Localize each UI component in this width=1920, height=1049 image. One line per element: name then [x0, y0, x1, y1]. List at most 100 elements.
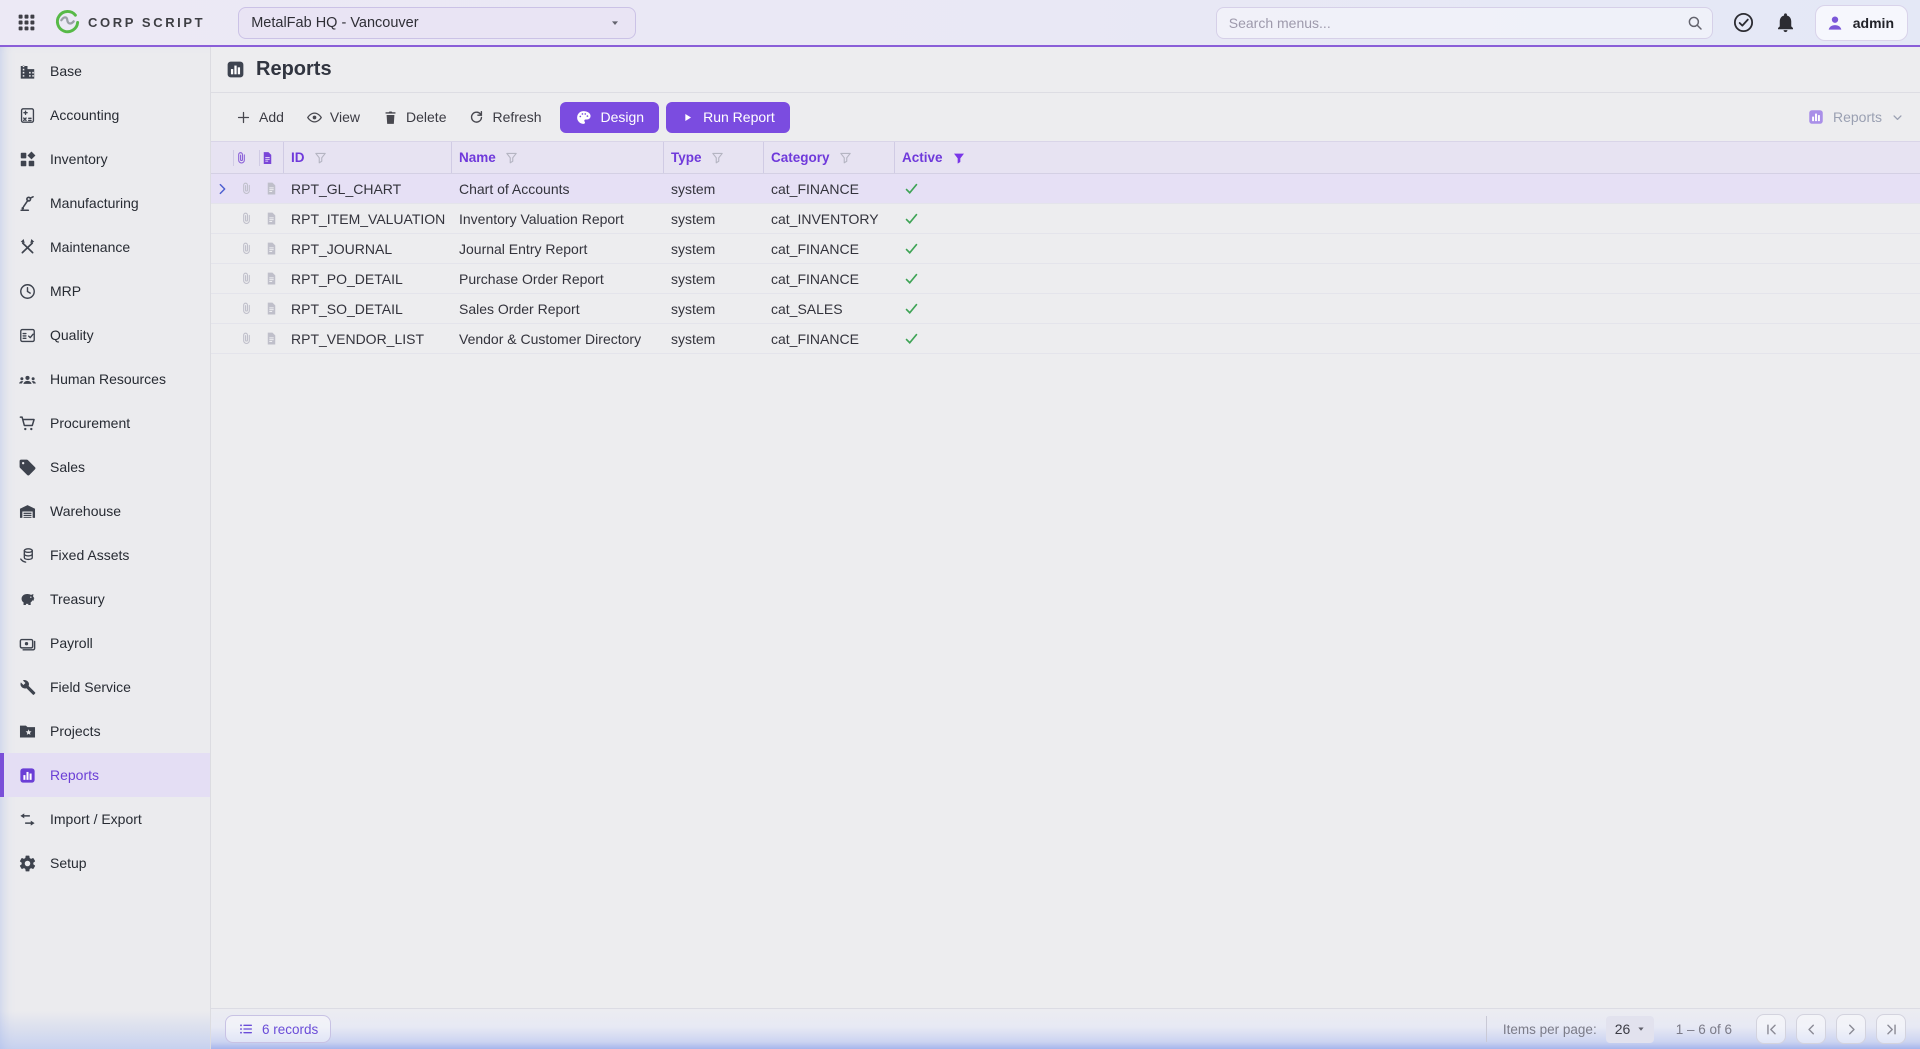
maintenance-icon: [18, 238, 37, 257]
next-page-button[interactable]: [1836, 1014, 1866, 1044]
sidebar-item-label: Quality: [50, 327, 94, 343]
sidebar-item-field-service[interactable]: Field Service: [0, 665, 210, 709]
filter-icon[interactable]: [838, 150, 853, 165]
list-icon: [238, 1021, 254, 1037]
sidebar-item-quality[interactable]: Quality: [0, 313, 210, 357]
sidebar-item-human-resources[interactable]: Human Resources: [0, 357, 210, 401]
sidebar-item-projects[interactable]: Projects: [0, 709, 210, 753]
sidebar-item-label: Fixed Assets: [50, 547, 129, 563]
document-column-icon[interactable]: [259, 150, 275, 166]
cell-category: cat_FINANCE: [763, 241, 894, 257]
footer-divider: [1486, 1016, 1487, 1042]
footer-bar: 6 records Items per page: 26 1 – 6 of 6: [211, 1008, 1920, 1049]
column-header-category[interactable]: Category: [763, 142, 894, 173]
payroll-icon: [18, 634, 37, 653]
sidebar-nav: BaseAccountingInventory Manufacturing Main…: [0, 47, 211, 1049]
sidebar-item-label: Treasury: [50, 591, 105, 607]
sidebar-item-inventory[interactable]: Inventory: [0, 137, 210, 181]
sidebar-item-sales[interactable]: Sales: [0, 445, 210, 489]
column-header-type[interactable]: Type: [663, 142, 763, 173]
cell-name: Purchase Order Report: [451, 271, 663, 287]
sidebar-item-reports[interactable]: Reports: [0, 753, 210, 797]
row-expand-chevron-icon[interactable]: [211, 181, 233, 197]
table-row[interactable]: RPT_ITEM_VALUATIONInventory Valuation Re…: [211, 204, 1920, 234]
sidebar-item-mrp[interactable]: MRP: [0, 269, 210, 313]
trash-icon: [382, 109, 399, 126]
cell-name: Journal Entry Report: [451, 241, 663, 257]
sidebar-item-setup[interactable]: Setup: [0, 841, 210, 885]
search-icon: [1686, 14, 1704, 32]
cell-name: Inventory Valuation Report: [451, 211, 663, 227]
chevron-down-icon: [1890, 110, 1905, 125]
column-header-id[interactable]: ID: [283, 142, 451, 173]
app-launcher-icon[interactable]: [16, 12, 37, 33]
table-row[interactable]: RPT_VENDOR_LISTVendor & Customer Directo…: [211, 324, 1920, 354]
first-page-button[interactable]: [1756, 1014, 1786, 1044]
cell-type: system: [663, 211, 763, 227]
sidebar-item-label: Manufacturing: [50, 195, 139, 211]
column-header-name[interactable]: Name: [451, 142, 663, 173]
table-row[interactable]: RPT_SO_DETAILSales Order Reportsystemcat…: [211, 294, 1920, 324]
sidebar-item-accounting[interactable]: Accounting: [0, 93, 210, 137]
table-row[interactable]: RPT_JOURNALJournal Entry Reportsystemcat…: [211, 234, 1920, 264]
record-count: 6 records: [262, 1022, 318, 1037]
sidebar-item-warehouse[interactable]: Warehouse: [0, 489, 210, 533]
base-icon: [18, 62, 37, 81]
last-page-button[interactable]: [1876, 1014, 1906, 1044]
run-report-button[interactable]: Run Report: [666, 102, 790, 133]
view-selector-dropdown[interactable]: Reports: [1807, 108, 1905, 126]
warehouse-icon: [18, 502, 37, 521]
company-selector-dropdown[interactable]: MetalFab HQ - Vancouver: [238, 7, 636, 39]
filter-icon[interactable]: [710, 150, 725, 165]
attachment-column-icon[interactable]: [233, 150, 249, 166]
plus-icon: [235, 109, 252, 126]
main-content: Reports Add View Delete Refresh Design R…: [211, 47, 1920, 1049]
document-icon: [264, 271, 279, 286]
sidebar-item-fixed-assets[interactable]: Fixed Assets: [0, 533, 210, 577]
notifications-bell-icon[interactable]: [1774, 11, 1797, 34]
tasks-check-icon[interactable]: [1732, 11, 1755, 34]
cell-id: RPT_SO_DETAIL: [283, 301, 451, 317]
active-check-icon: [903, 210, 920, 227]
table-row[interactable]: RPT_PO_DETAILPurchase Order Reportsystem…: [211, 264, 1920, 294]
column-header-active[interactable]: Active: [894, 142, 1920, 173]
sales-icon: [18, 458, 37, 477]
header-expander: [211, 142, 233, 173]
cell-type: system: [663, 301, 763, 317]
attachment-icon: [239, 241, 254, 256]
active-check-icon: [903, 180, 920, 197]
sidebar-item-maintenance[interactable]: Maintenance: [0, 225, 210, 269]
view-button[interactable]: View: [295, 103, 371, 132]
active-check-icon: [903, 300, 920, 317]
sidebar-item-import-export[interactable]: Import / Export: [0, 797, 210, 841]
design-button[interactable]: Design: [560, 102, 660, 133]
delete-button[interactable]: Delete: [371, 103, 457, 132]
refresh-button[interactable]: Refresh: [457, 103, 552, 132]
table-row[interactable]: RPT_GL_CHARTChart of Accountssystemcat_F…: [211, 174, 1920, 204]
active-filter-icon[interactable]: [951, 150, 967, 166]
add-button[interactable]: Add: [224, 103, 295, 132]
items-per-page-label: Items per page:: [1503, 1022, 1597, 1037]
cell-category: cat_FINANCE: [763, 331, 894, 347]
filter-icon[interactable]: [504, 150, 519, 165]
sidebar-item-base[interactable]: Base: [0, 49, 210, 93]
user-menu[interactable]: admin: [1815, 5, 1908, 41]
cell-id: RPT_ITEM_VALUATION: [283, 211, 451, 227]
cell-type: system: [663, 271, 763, 287]
sidebar-item-label: Warehouse: [50, 503, 121, 519]
sidebar-item-label: Maintenance: [50, 239, 130, 255]
quality-icon: [18, 326, 37, 345]
items-per-page-select[interactable]: 26: [1606, 1016, 1654, 1043]
sidebar-item-manufacturing[interactable]: Manufacturing: [0, 181, 210, 225]
filter-icon[interactable]: [313, 150, 328, 165]
sidebar-item-procurement[interactable]: Procurement: [0, 401, 210, 445]
sidebar-item-payroll[interactable]: Payroll: [0, 621, 210, 665]
sidebar-item-label: Import / Export: [50, 811, 142, 827]
table-body: RPT_GL_CHARTChart of Accountssystemcat_F…: [211, 174, 1920, 354]
reports-view-icon: [1807, 108, 1825, 126]
previous-page-button[interactable]: [1796, 1014, 1826, 1044]
search-input[interactable]: [1216, 7, 1713, 39]
sidebar-item-treasury[interactable]: Treasury: [0, 577, 210, 621]
toolbar: Add View Delete Refresh Design Run Repor…: [211, 93, 1920, 141]
attachment-icon: [239, 181, 254, 196]
